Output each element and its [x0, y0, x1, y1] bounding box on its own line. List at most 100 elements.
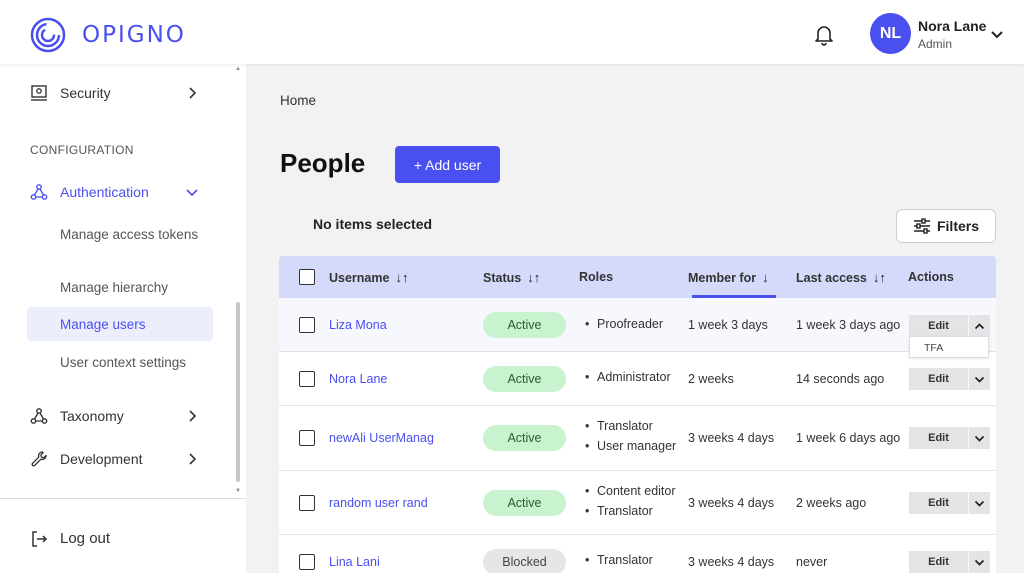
role-item: Content editor — [585, 481, 676, 501]
member-for-value: 3 weeks 4 days — [688, 496, 775, 510]
edit-dropdown-toggle[interactable] — [969, 315, 990, 337]
roles-list: Content editor Translator — [585, 481, 676, 521]
select-all-checkbox[interactable] — [299, 269, 315, 285]
sidebar-subitem-manage-access-tokens[interactable]: Manage access tokens — [60, 227, 200, 242]
username-link[interactable]: random user rand — [329, 496, 428, 510]
column-header-label: Actions — [908, 270, 954, 284]
edit-button-group: Edit — [909, 551, 990, 573]
last-access-value: 2 weeks ago — [796, 496, 867, 510]
edit-button[interactable]: Edit — [909, 315, 969, 337]
user-avatar[interactable]: NL — [870, 13, 911, 54]
notification-bell-icon[interactable] — [812, 22, 836, 46]
filters-label: Filters — [936, 218, 979, 234]
column-header-member-for[interactable]: Member for ↓ — [688, 270, 769, 285]
username-link[interactable]: Nora Lane — [329, 372, 387, 386]
column-header-roles: Roles — [579, 270, 613, 284]
role-item: Translator — [585, 550, 653, 570]
chevron-right-icon — [189, 410, 197, 422]
edit-dropdown-toggle[interactable] — [969, 368, 990, 390]
row-checkbox[interactable] — [299, 495, 315, 511]
last-access-value: 14 seconds ago — [796, 372, 885, 386]
edit-button[interactable]: Edit — [909, 368, 969, 390]
chevron-down-icon — [974, 376, 985, 383]
network-icon — [30, 184, 48, 200]
user-name[interactable]: Nora Lane — [918, 18, 986, 34]
edit-dropdown-toggle[interactable] — [969, 492, 990, 514]
chevron-down-icon — [186, 189, 198, 197]
filters-button[interactable]: Filters — [896, 209, 996, 243]
column-header-label: Last access — [796, 270, 867, 285]
last-access-value: 1 week 3 days ago — [796, 318, 901, 332]
column-header-last-access[interactable]: Last access ↓↑ — [796, 270, 886, 285]
logout-icon — [32, 531, 48, 547]
sort-icon: ↓ — [762, 270, 769, 285]
role-item: Translator — [585, 501, 676, 521]
edit-button[interactable]: Edit — [909, 427, 969, 449]
sidebar-item-label: Development — [60, 451, 143, 467]
member-for-value: 3 weeks 4 days — [688, 555, 775, 569]
selection-status: No items selected — [313, 216, 433, 232]
column-header-label: Status — [483, 270, 522, 285]
member-for-value: 2 weeks — [688, 372, 734, 386]
chevron-down-icon[interactable] — [990, 27, 1004, 41]
status-badge: Active — [483, 312, 566, 338]
sidebar-item-label: Security — [60, 85, 111, 101]
sidebar-item-authentication[interactable]: Authentication — [0, 172, 246, 212]
row-checkbox[interactable] — [299, 554, 315, 570]
sidebar-item-taxonomy[interactable]: Taxonomy — [0, 396, 246, 436]
column-header-label: Username — [329, 270, 390, 285]
column-header-status[interactable]: Status ↓↑ — [483, 270, 540, 285]
sidebar-divider — [0, 498, 246, 499]
edit-button-group: Edit — [909, 368, 990, 390]
role-item: Administrator — [585, 367, 671, 387]
section-label-configuration: CONFIGURATION — [30, 143, 134, 157]
column-header-label: Roles — [579, 270, 614, 284]
username-link[interactable]: Lina Lani — [329, 555, 380, 569]
username-link[interactable]: Liza Mona — [329, 318, 387, 332]
opigno-logo[interactable]: OPIGNO — [30, 17, 186, 53]
sort-icon: ↓↑ — [395, 270, 409, 285]
chevron-down-icon — [974, 435, 985, 442]
add-user-button[interactable]: + Add user — [395, 146, 500, 183]
status-badge: Active — [483, 490, 566, 516]
edit-button[interactable]: Edit — [909, 551, 969, 573]
sidebar-item-label: Authentication — [60, 184, 149, 200]
last-access-value: never — [796, 555, 828, 569]
table-row: Liza Mona Active Proofreader 1 week 3 da… — [279, 298, 996, 352]
username-link[interactable]: newAli UserManag — [329, 431, 434, 445]
sidebar-subitem-user-context-settings[interactable]: User context settings — [60, 355, 200, 370]
chevron-down-icon — [974, 559, 985, 566]
sidebar-subitem-manage-users[interactable]: Manage users — [60, 317, 146, 332]
breadcrumb-home[interactable]: Home — [280, 93, 316, 108]
edit-button[interactable]: Edit — [909, 492, 969, 514]
scroll-up-arrow[interactable]: ▲ — [235, 66, 241, 72]
scroll-down-arrow[interactable]: ▼ — [235, 488, 241, 494]
sidebar-item-security[interactable]: Security — [0, 73, 246, 113]
edit-dropdown-menu-item-tfa[interactable]: TFA — [909, 336, 989, 358]
row-checkbox[interactable] — [299, 371, 315, 387]
sort-icon: ↓↑ — [527, 270, 541, 285]
member-for-value: 1 week 3 days — [688, 318, 768, 332]
sidebar-scrollbar[interactable] — [236, 302, 240, 482]
page-title: People — [280, 148, 366, 178]
row-checkbox[interactable] — [299, 430, 315, 446]
sidebar: ▲ Security CONFIGURATION Authentication … — [0, 64, 246, 573]
table-row: Lina Lani Blocked Translator 3 weeks 4 d… — [279, 535, 996, 573]
security-icon — [31, 85, 47, 101]
edit-dropdown-toggle[interactable] — [969, 551, 990, 573]
column-header-label: Member for — [688, 270, 757, 285]
column-header-username[interactable]: Username ↓↑ — [329, 270, 408, 285]
logout-button[interactable]: Log out — [0, 519, 246, 559]
edit-dropdown-toggle[interactable] — [969, 427, 990, 449]
top-header: OPIGNO NL Nora Lane Admin — [0, 0, 1024, 64]
sliders-icon — [913, 218, 930, 234]
roles-list: Administrator — [585, 367, 671, 387]
last-access-value: 1 week 6 days ago — [796, 431, 901, 445]
wrench-icon — [31, 451, 47, 467]
row-checkbox[interactable] — [299, 317, 315, 333]
chevron-up-icon — [974, 322, 985, 329]
edit-button-group: Edit — [909, 427, 990, 449]
sidebar-item-development[interactable]: Development — [0, 439, 246, 479]
taxonomy-icon — [30, 408, 48, 424]
sidebar-subitem-manage-hierarchy[interactable]: Manage hierarchy — [60, 280, 200, 295]
